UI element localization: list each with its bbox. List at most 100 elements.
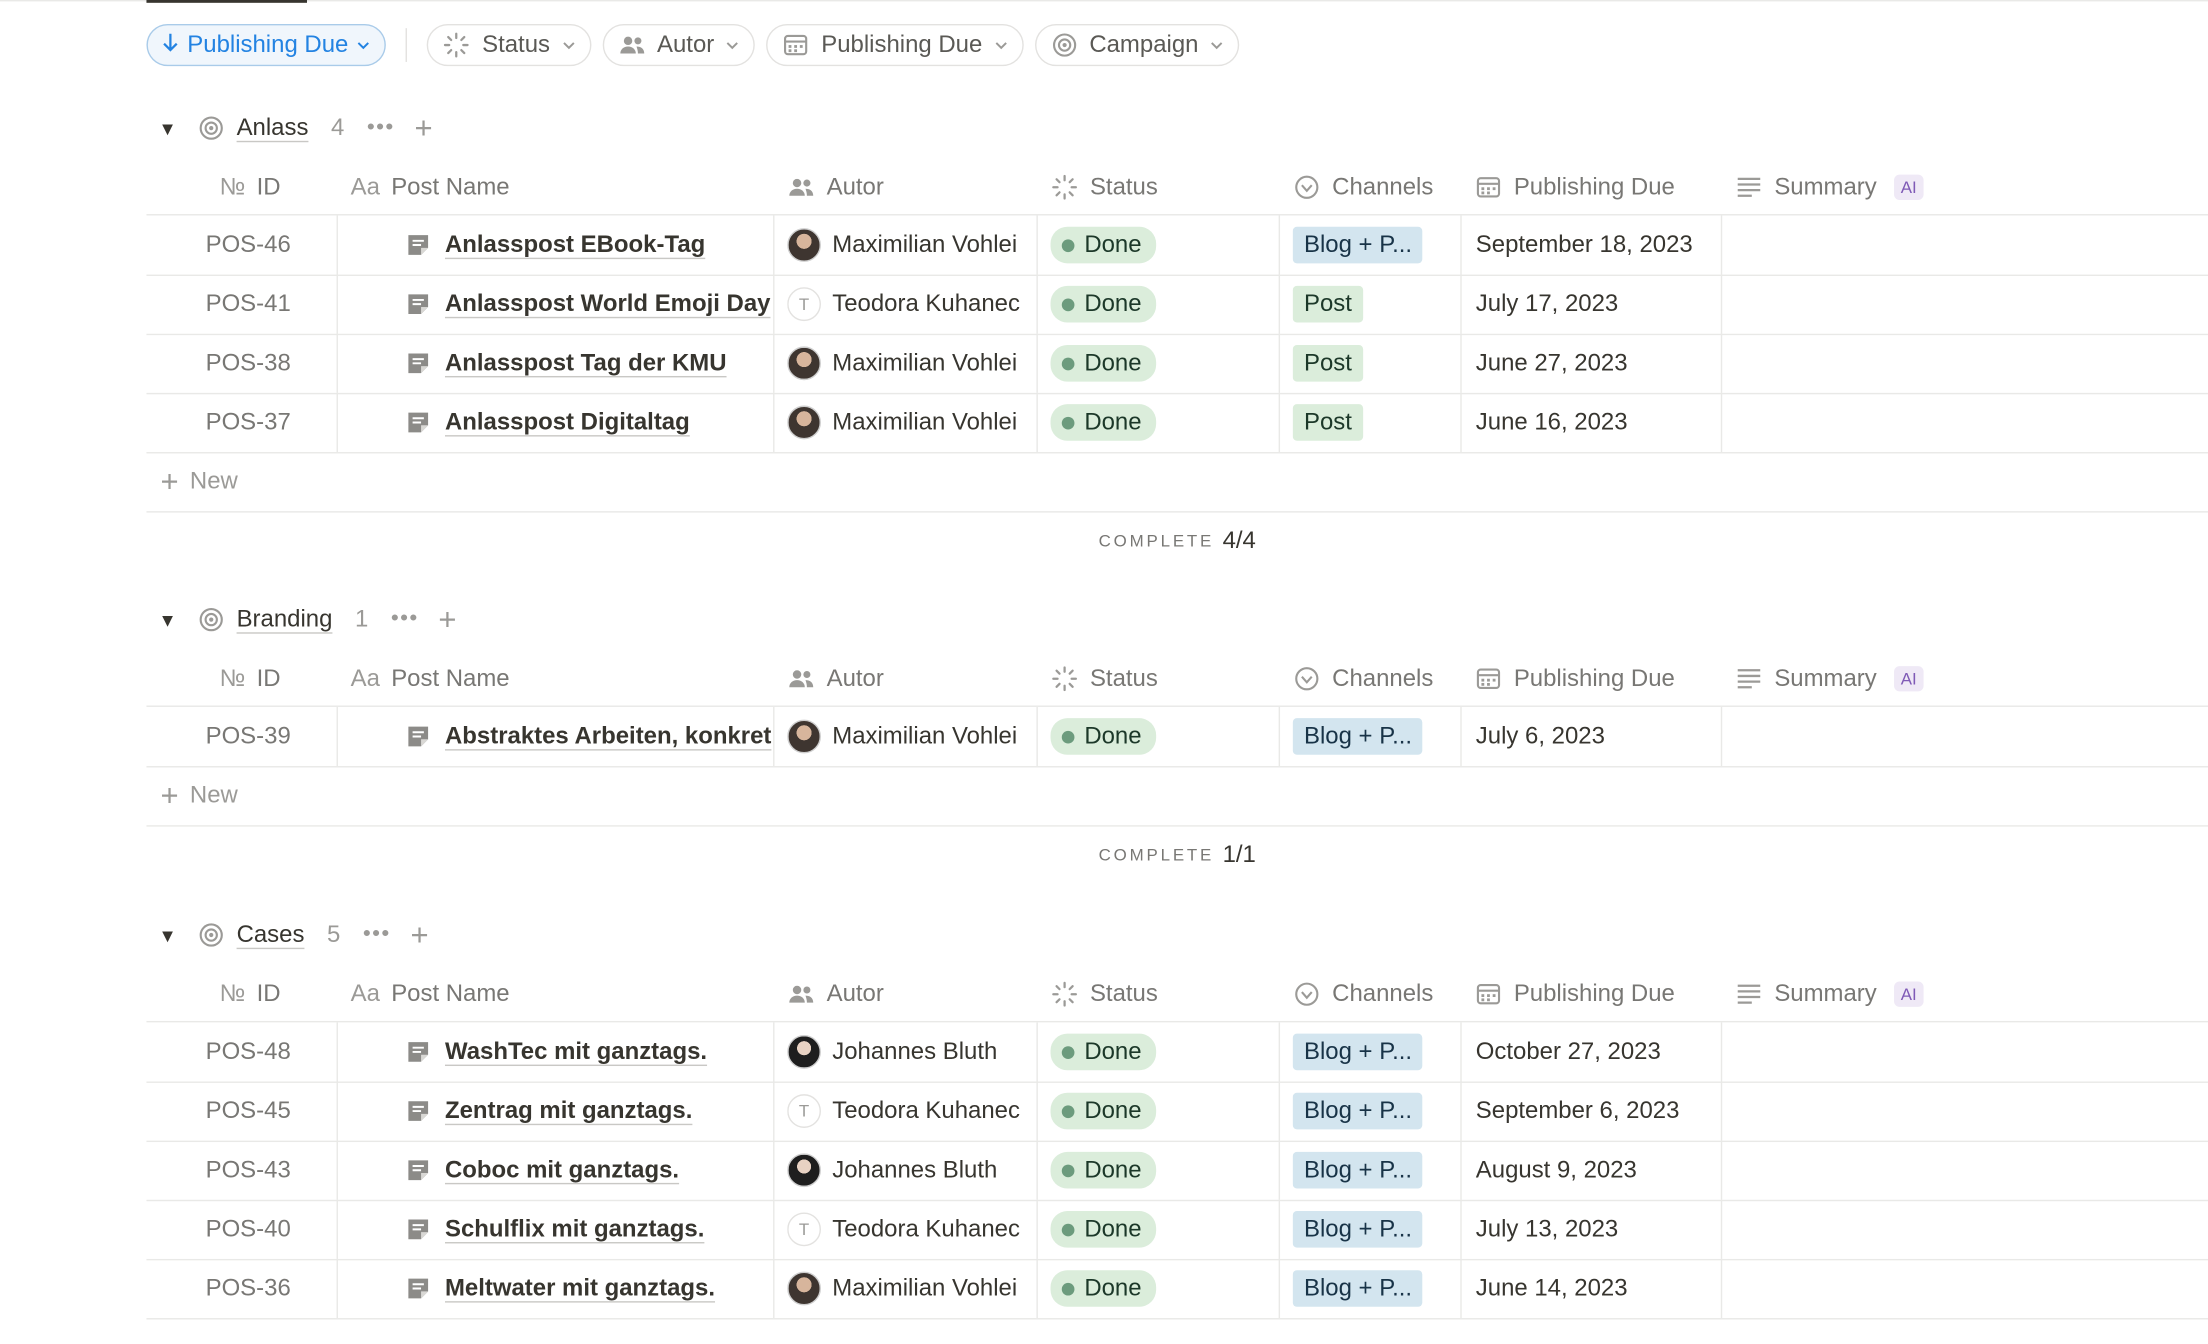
table-row[interactable]: POS-40 Schulflix mit ganztags. T Teodora Ku… (146, 1199, 2208, 1261)
publishing-due-date[interactable]: September 6, 2023 (1476, 1081, 1721, 1140)
publishing-due-date[interactable]: June 16, 2023 (1476, 393, 1721, 452)
summary-cell[interactable] (1722, 1022, 2201, 1081)
table-row[interactable]: POS-36 Meltwater mit ganztags. Maximilian … (146, 1258, 2208, 1320)
column-summary[interactable]: Summary AI (1735, 652, 1924, 706)
column-publishing-due[interactable]: Publishing Due (1474, 967, 1675, 1021)
channels-cell[interactable]: Blog + P... (1292, 1141, 1462, 1200)
status-cell[interactable]: Done (1050, 1022, 1276, 1081)
status-cell[interactable]: Done (1050, 393, 1276, 452)
column-autor[interactable]: Autor (787, 161, 884, 215)
more-options-icon[interactable]: ••• (367, 115, 395, 140)
summary-cell[interactable] (1722, 1141, 2201, 1200)
group-title[interactable]: Anlass (237, 114, 309, 142)
column-status[interactable]: Status (1051, 652, 1158, 706)
post-name-link[interactable]: Schulflix mit ganztags. (445, 1215, 704, 1243)
table-row[interactable]: POS-45 Zentrag mit ganztags. T Teodora Kuha… (146, 1081, 2208, 1143)
autor-cell[interactable]: T Teodora Kuhanec (787, 1081, 1036, 1140)
column-id[interactable]: № ID (220, 161, 281, 215)
publishing-due-date[interactable]: August 9, 2023 (1476, 1141, 1721, 1200)
autor-cell[interactable]: Maximilian Vohlei (787, 1259, 1036, 1318)
add-item-icon[interactable]: + (438, 601, 456, 638)
autor-cell[interactable]: Maximilian Vohlei (787, 707, 1036, 766)
autor-cell[interactable]: T Teodora Kuhanec (787, 275, 1036, 334)
post-name-link[interactable]: Meltwater mit ganztags. (445, 1274, 715, 1302)
summary-cell[interactable] (1722, 215, 2201, 274)
post-name-link[interactable]: Zentrag mit ganztags. (445, 1097, 692, 1125)
publishing-due-date[interactable]: June 14, 2023 (1476, 1259, 1721, 1318)
column-id[interactable]: № ID (220, 652, 281, 706)
collapse-triangle-icon[interactable]: ▼ (146, 609, 188, 630)
publishing-due-date[interactable]: July 6, 2023 (1476, 707, 1721, 766)
post-name-link[interactable]: Anlasspost Tag der KMU (445, 349, 727, 377)
post-name-link[interactable]: Anlasspost EBook-Tag (445, 231, 705, 259)
autor-cell[interactable]: Maximilian Vohlei (787, 215, 1036, 274)
column-status[interactable]: Status (1051, 161, 1158, 215)
status-cell[interactable]: Done (1050, 1259, 1276, 1318)
new-row-button[interactable]: + New (146, 766, 2208, 827)
column-summary[interactable]: Summary AI (1735, 967, 1924, 1021)
summary-cell[interactable] (1722, 334, 2201, 393)
publishing-due-date[interactable]: September 18, 2023 (1476, 215, 1721, 274)
more-options-icon[interactable]: ••• (391, 607, 419, 632)
channels-cell[interactable]: Blog + P... (1292, 1022, 1462, 1081)
table-row[interactable]: POS-39 Abstraktes Arbeiten, konkret Maximi… (146, 706, 2208, 768)
status-cell[interactable]: Done (1050, 707, 1276, 766)
autor-cell[interactable]: Maximilian Vohlei (787, 334, 1036, 393)
channels-cell[interactable]: Post (1292, 275, 1462, 334)
channels-cell[interactable]: Blog + P... (1292, 1259, 1462, 1318)
column-post-name[interactable]: Aa Post Name (351, 652, 510, 706)
column-status[interactable]: Status (1051, 967, 1158, 1021)
status-cell[interactable]: Done (1050, 334, 1276, 393)
filter-autor-button[interactable]: Autor (602, 23, 756, 67)
status-cell[interactable]: Done (1050, 1081, 1276, 1140)
status-cell[interactable]: Done (1050, 1141, 1276, 1200)
autor-cell[interactable]: T Teodora Kuhanec (787, 1200, 1036, 1259)
table-row[interactable]: POS-41 Anlasspost World Emoji Day T Teodora… (146, 274, 2208, 336)
group-title[interactable]: Cases (237, 921, 305, 949)
post-name-link[interactable]: WashTec mit ganztags. (445, 1038, 707, 1066)
autor-cell[interactable]: Johannes Bluth (787, 1022, 1036, 1081)
summary-cell[interactable] (1722, 1259, 2201, 1318)
post-name-link[interactable]: Coboc mit ganztags. (445, 1156, 679, 1184)
channels-cell[interactable]: Blog + P... (1292, 707, 1462, 766)
summary-cell[interactable] (1722, 275, 2201, 334)
autor-cell[interactable]: Johannes Bluth (787, 1141, 1036, 1200)
group-title[interactable]: Branding (237, 606, 333, 634)
post-name-link[interactable]: Anlasspost World Emoji Day (445, 290, 770, 318)
filter-campaign-button[interactable]: Campaign (1034, 23, 1240, 67)
publishing-due-date[interactable]: July 13, 2023 (1476, 1200, 1721, 1259)
column-post-name[interactable]: Aa Post Name (351, 967, 510, 1021)
publishing-due-date[interactable]: October 27, 2023 (1476, 1022, 1721, 1081)
column-publishing-due[interactable]: Publishing Due (1474, 652, 1675, 706)
post-name-link[interactable]: Anlasspost Digitaltag (445, 408, 690, 436)
table-row[interactable]: POS-43 Coboc mit ganztags. Johannes Bluth D… (146, 1140, 2208, 1202)
status-cell[interactable]: Done (1050, 215, 1276, 274)
publishing-due-date[interactable]: July 17, 2023 (1476, 275, 1721, 334)
status-cell[interactable]: Done (1050, 1200, 1276, 1259)
column-autor[interactable]: Autor (787, 967, 884, 1021)
summary-cell[interactable] (1722, 1081, 2201, 1140)
table-row[interactable]: POS-38 Anlasspost Tag der KMU Maximilian V… (146, 333, 2208, 395)
more-options-icon[interactable]: ••• (363, 922, 391, 947)
filter-status-button[interactable]: Status (427, 23, 591, 67)
channels-cell[interactable]: Blog + P... (1292, 1200, 1462, 1259)
new-row-button[interactable]: + New (146, 452, 2208, 513)
add-item-icon[interactable]: + (414, 110, 432, 147)
collapse-triangle-icon[interactable]: ▼ (146, 118, 188, 139)
summary-cell[interactable] (1722, 707, 2201, 766)
publishing-due-date[interactable]: June 27, 2023 (1476, 334, 1721, 393)
filter-publishing-due-button[interactable]: Publishing Due (766, 23, 1024, 67)
column-channels[interactable]: Channels (1293, 161, 1433, 215)
column-summary[interactable]: Summary AI (1735, 161, 1924, 215)
column-channels[interactable]: Channels (1293, 652, 1433, 706)
table-row[interactable]: POS-48 WashTec mit ganztags. Johannes Blut… (146, 1022, 2208, 1083)
column-publishing-due[interactable]: Publishing Due (1474, 161, 1675, 215)
table-row[interactable]: POS-46 Anlasspost EBook-Tag Maximilian Voh… (146, 215, 2208, 277)
table-row[interactable]: POS-37 Anlasspost Digitaltag Maximilian Vo… (146, 392, 2208, 454)
summary-cell[interactable] (1722, 1200, 2201, 1259)
autor-cell[interactable]: Maximilian Vohlei (787, 393, 1036, 452)
channels-cell[interactable]: Blog + P... (1292, 215, 1462, 274)
channels-cell[interactable]: Post (1292, 334, 1462, 393)
channels-cell[interactable]: Blog + P... (1292, 1081, 1462, 1140)
post-name-link[interactable]: Abstraktes Arbeiten, konkret (445, 722, 771, 750)
